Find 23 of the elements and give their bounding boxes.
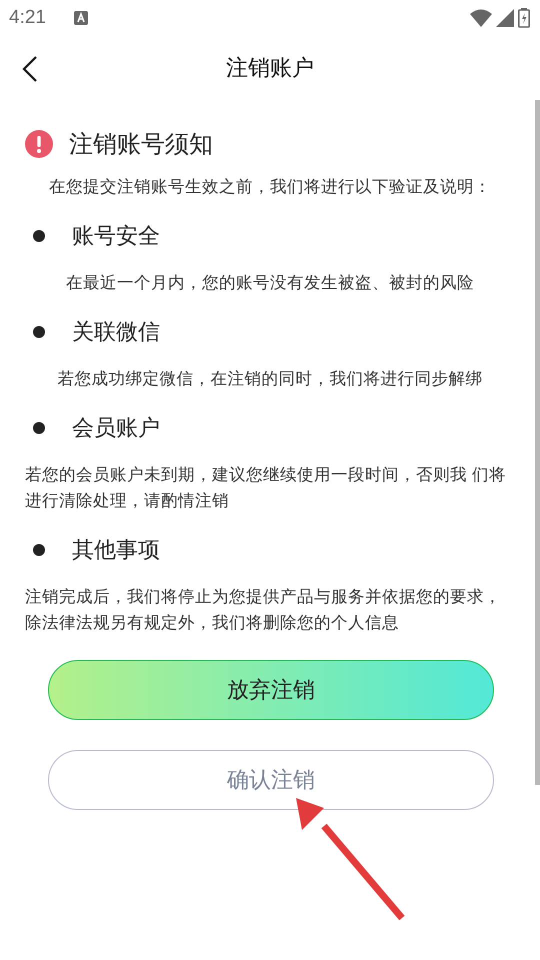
- cancel-button[interactable]: 放弃注销: [48, 660, 494, 720]
- section-title: 账号安全: [72, 223, 160, 251]
- signal-icon: [496, 9, 514, 27]
- bullet-icon: [33, 326, 45, 338]
- bullet-icon: [33, 544, 45, 556]
- page-title: 注销账户: [226, 55, 314, 83]
- confirm-button[interactable]: 确认注销: [48, 750, 494, 810]
- status-time: 4:21: [9, 7, 46, 29]
- bullet-icon: [33, 230, 45, 242]
- keyboard-icon: [74, 11, 88, 25]
- section-text: 若您的会员账户未到期，建议您继续使用一段时间，否则我 们将进行清除处理，请酌情注销: [25, 464, 508, 512]
- section-text: 若您成功绑定微信，在注销的同时，我们将进行同步解绑: [56, 368, 484, 390]
- wifi-icon: [470, 9, 492, 27]
- section-title: 关联微信: [72, 319, 160, 347]
- section-text: 注销完成后，我们将停止为您提供产品与服务并依据您的要求，除法律法规另有规定外，我们将删除您的个人信息: [25, 586, 502, 634]
- section-text: 在最近一个月内，您的账号没有发生被盗、被封的风险: [65, 272, 475, 294]
- bullet-icon: [33, 422, 45, 434]
- section-title: 会员账户: [72, 415, 160, 443]
- notice-title: 注销账号须知: [69, 129, 213, 160]
- battery-icon: [518, 8, 530, 28]
- section-title: 其他事项: [72, 537, 160, 565]
- notice-intro: 在您提交注销账号生效之前，我们将进行以下验证及说明：: [48, 176, 492, 198]
- warning-icon: [25, 130, 53, 158]
